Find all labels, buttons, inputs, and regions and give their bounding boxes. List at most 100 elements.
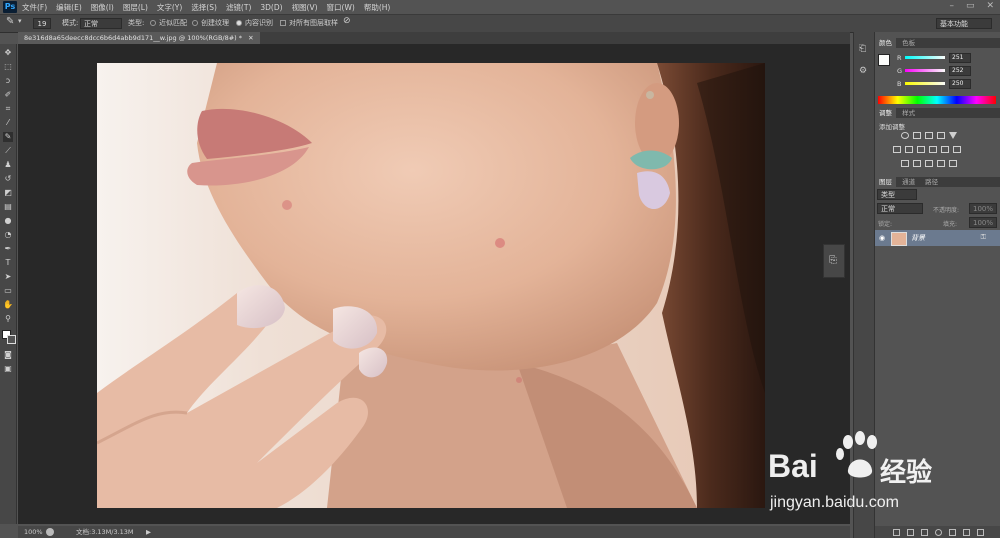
- color-lookup-icon[interactable]: [953, 146, 961, 153]
- fill-field[interactable]: 100%: [969, 217, 997, 228]
- tab-color[interactable]: 颜色: [875, 38, 896, 48]
- green-value[interactable]: 252: [949, 66, 971, 76]
- posterize-icon[interactable]: [913, 160, 921, 167]
- screen-mode-icon[interactable]: ▣: [3, 364, 13, 374]
- menu-help[interactable]: 帮助(H): [364, 2, 391, 13]
- type-content-aware-radio[interactable]: 内容识别: [236, 18, 273, 28]
- status-menu-arrow-icon[interactable]: ▶: [146, 526, 151, 538]
- blur-tool-icon[interactable]: ●: [3, 216, 13, 226]
- document-size[interactable]: 文档:3.13M/3.13M: [76, 526, 134, 538]
- menu-select[interactable]: 选择(S): [191, 2, 217, 13]
- path-select-tool-icon[interactable]: ➤: [3, 272, 13, 282]
- red-value[interactable]: 251: [949, 53, 971, 63]
- pressure-icon[interactable]: ⊘: [343, 16, 351, 26]
- history-brush-tool-icon[interactable]: ↺: [3, 174, 13, 184]
- minimize-button[interactable]: –: [949, 1, 954, 13]
- menu-image[interactable]: 图像(I): [91, 2, 114, 13]
- color-swatches-icon[interactable]: [2, 330, 16, 344]
- gradient-map-icon[interactable]: [937, 160, 945, 167]
- exposure-icon[interactable]: [937, 132, 945, 139]
- hue-saturation-icon[interactable]: [893, 146, 901, 153]
- mode-select[interactable]: 正常: [80, 18, 122, 29]
- close-tab-icon[interactable]: ✕: [248, 34, 253, 42]
- tab-channels[interactable]: 通道: [898, 177, 919, 187]
- photo-filter-icon[interactable]: [929, 146, 937, 153]
- move-tool-icon[interactable]: ✥: [3, 48, 13, 58]
- threshold-icon[interactable]: [925, 160, 933, 167]
- invert-icon[interactable]: [901, 160, 909, 167]
- spot-healing-brush-icon[interactable]: ✎: [6, 16, 14, 27]
- selective-color-icon[interactable]: [949, 160, 957, 167]
- tab-swatches[interactable]: 色板: [898, 38, 919, 48]
- blue-value[interactable]: 250: [949, 79, 971, 89]
- link-layers-icon[interactable]: [893, 529, 900, 536]
- color-balance-icon[interactable]: [905, 146, 913, 153]
- menu-edit[interactable]: 编辑(E): [56, 2, 82, 13]
- visibility-eye-icon[interactable]: ◉: [879, 234, 885, 242]
- history-panel-icon[interactable]: ⎘: [829, 255, 837, 266]
- brush-size-picker[interactable]: 19: [33, 18, 51, 29]
- fx-icon[interactable]: [907, 529, 914, 536]
- black-white-icon[interactable]: [917, 146, 925, 153]
- menu-window[interactable]: 窗口(W): [327, 2, 355, 13]
- background-color-swatch[interactable]: [7, 335, 16, 344]
- type-texture-radio[interactable]: 创建纹理: [192, 18, 229, 28]
- quick-mask-icon[interactable]: ◙: [3, 350, 13, 360]
- tab-styles[interactable]: 样式: [898, 108, 919, 118]
- blend-mode-select[interactable]: 正常: [877, 203, 923, 214]
- hand-tool-icon[interactable]: ✋: [3, 300, 13, 310]
- blue-slider[interactable]: [905, 82, 945, 85]
- menu-filter[interactable]: 滤镜(T): [226, 2, 251, 13]
- type-tool-icon[interactable]: T: [3, 258, 13, 268]
- red-slider[interactable]: [905, 56, 945, 59]
- brightness-icon[interactable]: [901, 132, 909, 139]
- crop-tool-icon[interactable]: ⌗: [3, 104, 13, 114]
- workspace-select[interactable]: 基本功能: [936, 18, 992, 29]
- color-spectrum-bar[interactable]: [878, 96, 996, 104]
- channel-mixer-icon[interactable]: [941, 146, 949, 153]
- delete-layer-icon[interactable]: [977, 529, 984, 536]
- brush-tool-icon[interactable]: ⟋: [3, 146, 13, 156]
- green-slider[interactable]: [905, 69, 945, 72]
- tab-paths[interactable]: 路径: [921, 177, 942, 187]
- layer-row-background[interactable]: ◉ 背景 ⚿: [875, 230, 1000, 246]
- eraser-tool-icon[interactable]: ◩: [3, 188, 13, 198]
- menu-view[interactable]: 视图(V): [292, 2, 318, 13]
- tool-preset-chevron-icon[interactable]: ▾: [18, 17, 22, 25]
- vibrance-icon[interactable]: [949, 132, 957, 139]
- eyedropper-tool-icon[interactable]: ⁄: [3, 118, 13, 128]
- zoom-level[interactable]: 100%: [24, 526, 43, 538]
- clone-stamp-tool-icon[interactable]: ♟: [3, 160, 13, 170]
- marquee-tool-icon[interactable]: ⬚: [3, 62, 13, 72]
- curves-icon[interactable]: [925, 132, 933, 139]
- type-proximity-radio[interactable]: 近似匹配: [150, 18, 187, 28]
- menu-file[interactable]: 文件(F): [22, 2, 47, 13]
- brush-presets-icon[interactable]: ⚙: [859, 66, 867, 76]
- new-layer-icon[interactable]: [963, 529, 970, 536]
- tab-adjustments[interactable]: 调整: [875, 108, 896, 118]
- new-adjustment-icon[interactable]: [935, 529, 942, 536]
- layer-name[interactable]: 背景: [911, 233, 925, 243]
- foreground-color-chip[interactable]: [878, 54, 890, 66]
- lasso-tool-icon[interactable]: ↄ: [3, 76, 13, 86]
- gradient-tool-icon[interactable]: ▤: [3, 202, 13, 212]
- tab-layers[interactable]: 图层: [875, 177, 896, 187]
- add-mask-icon[interactable]: [921, 529, 928, 536]
- zoom-tool-icon[interactable]: ⚲: [3, 314, 13, 324]
- new-group-icon[interactable]: [949, 529, 956, 536]
- opacity-field[interactable]: 100%: [969, 203, 997, 214]
- menu-type[interactable]: 文字(Y): [157, 2, 182, 13]
- maximize-button[interactable]: ▭: [966, 1, 975, 13]
- sample-all-layers-checkbox[interactable]: 对所有图层取样: [280, 18, 338, 28]
- layer-filter-select[interactable]: 类型: [877, 189, 917, 200]
- menu-layer[interactable]: 图层(L): [123, 2, 148, 13]
- levels-icon[interactable]: [913, 132, 921, 139]
- healing-brush-tool-icon[interactable]: ✎: [3, 132, 13, 142]
- quick-select-tool-icon[interactable]: ✐: [3, 90, 13, 100]
- shape-tool-icon[interactable]: ▭: [3, 286, 13, 296]
- pen-tool-icon[interactable]: ✒: [3, 244, 13, 254]
- collapsed-panel-dock[interactable]: ⎘: [823, 244, 845, 278]
- dodge-tool-icon[interactable]: ◔: [3, 230, 13, 240]
- history-icon[interactable]: ⎗: [859, 44, 866, 54]
- close-button[interactable]: ✕: [986, 1, 994, 13]
